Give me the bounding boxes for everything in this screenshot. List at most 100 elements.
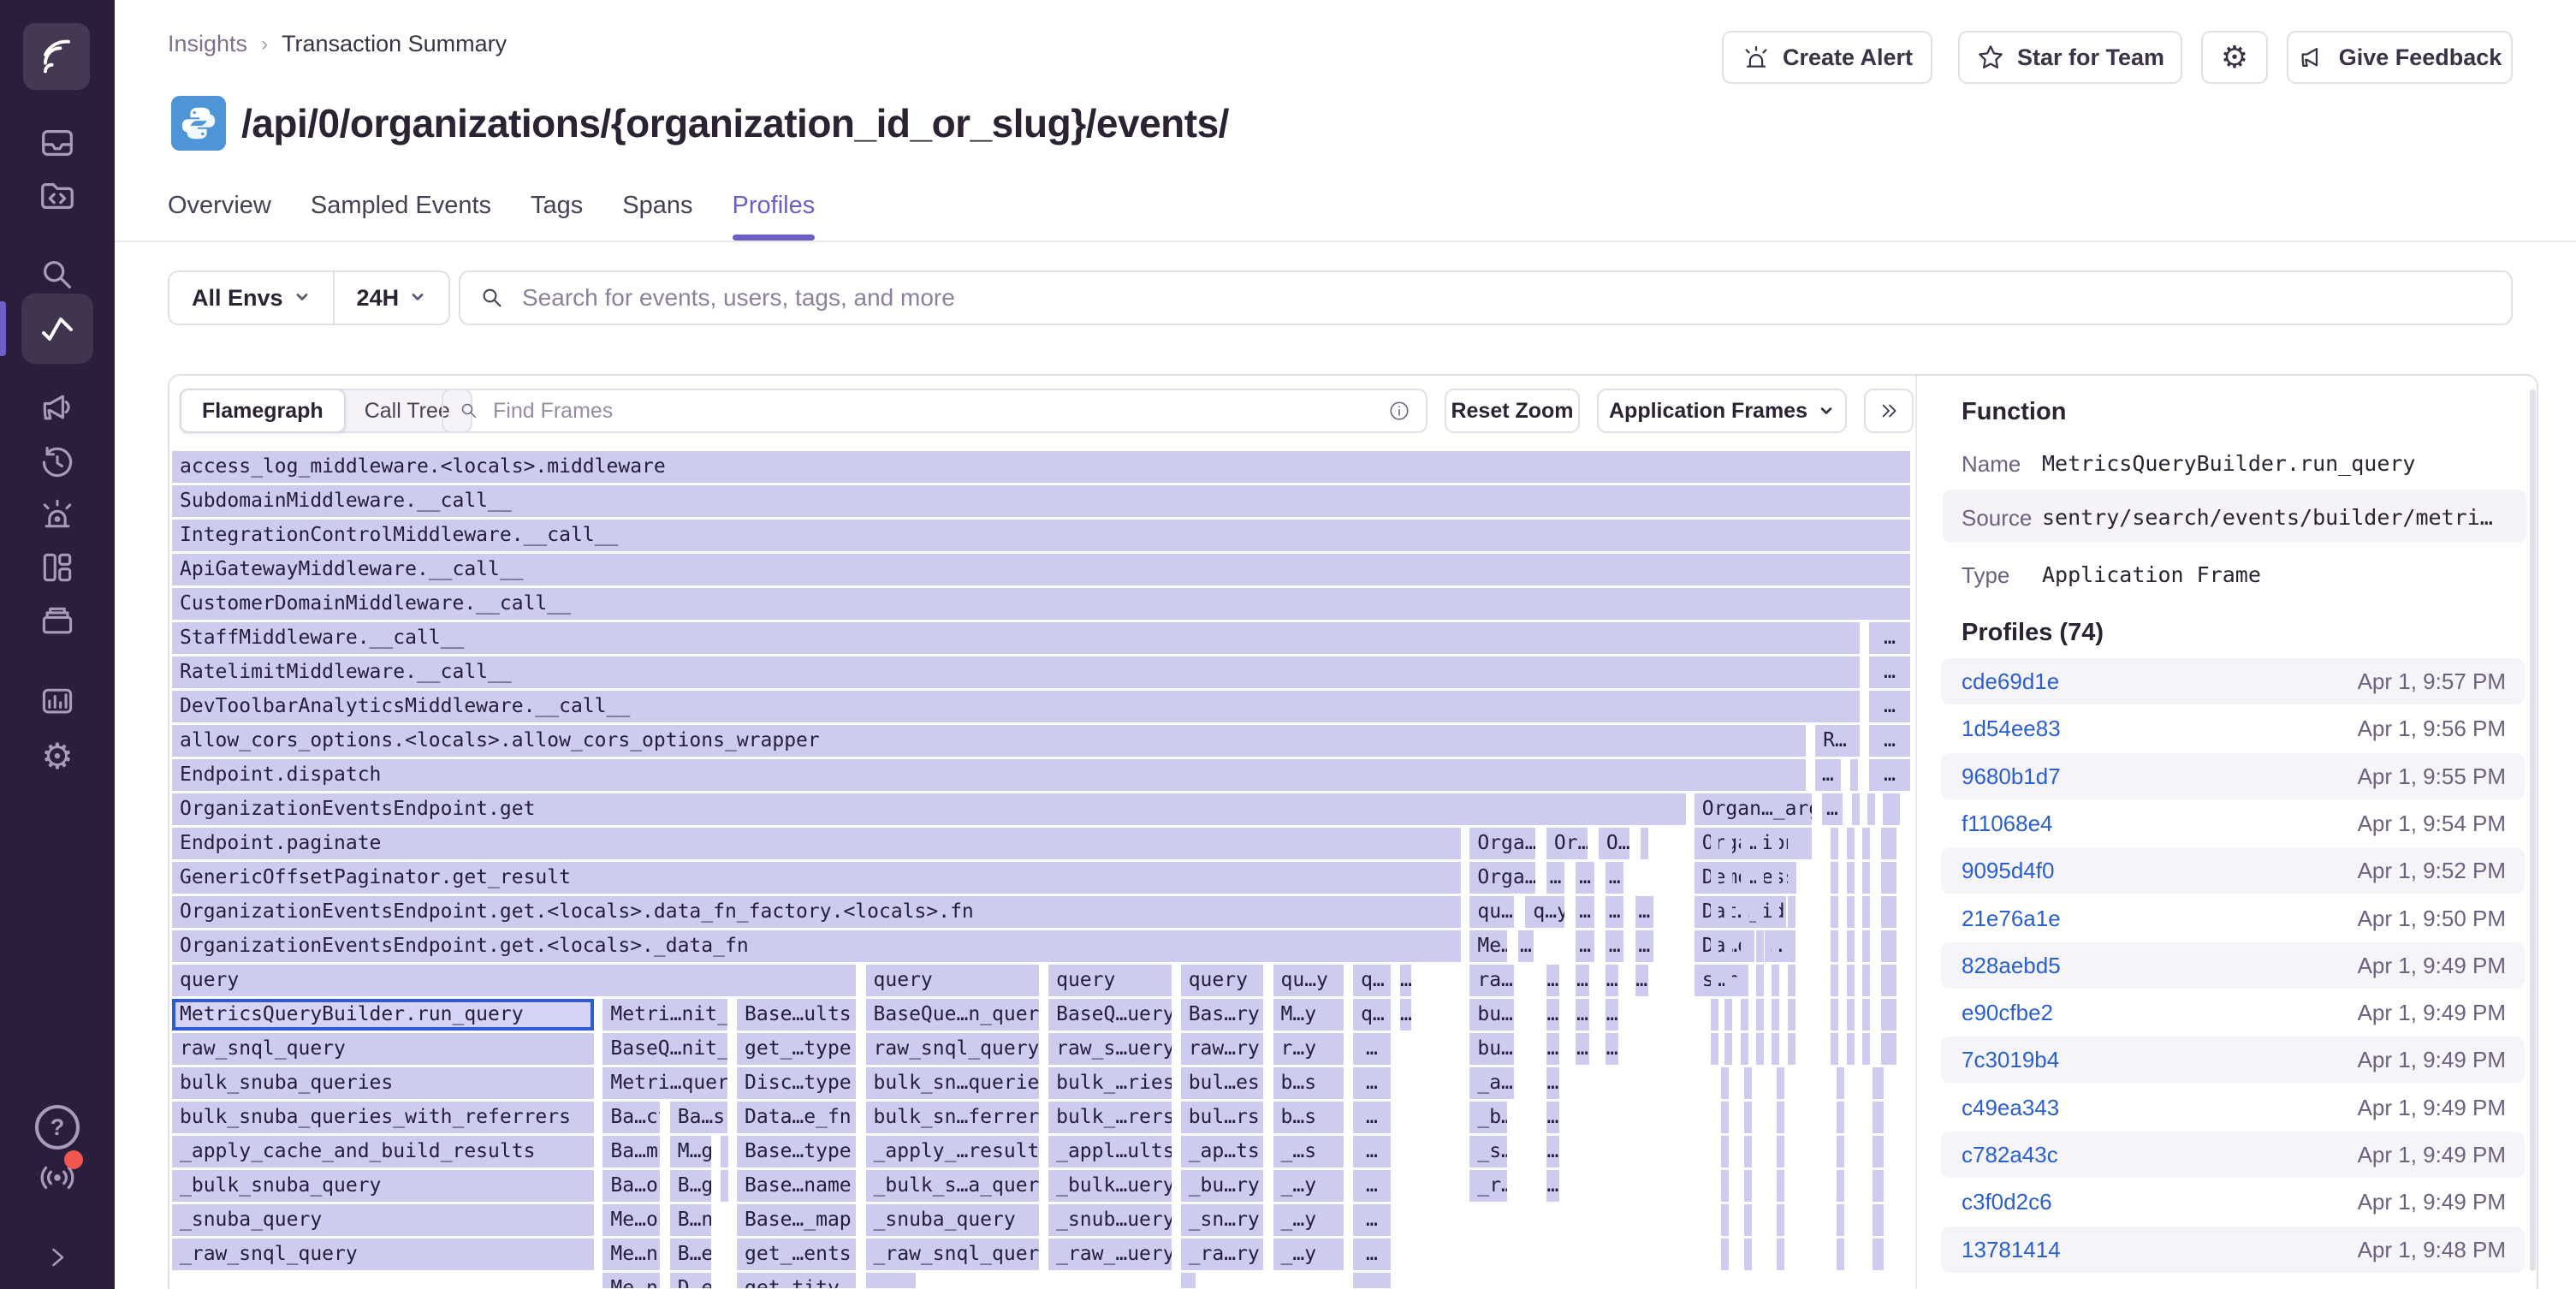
flame-cell[interactable]: DevToolbarAnalyticsMiddleware.__call__ [172,691,1860,722]
flame-cell[interactable] [1873,1102,1884,1133]
flame-cell[interactable] [1788,896,1795,928]
flame-cell[interactable]: Me…n [602,1273,659,1288]
flame-cell[interactable] [1862,999,1870,1031]
flame-cell[interactable]: D…e [670,1273,711,1288]
flame-cell[interactable] [1741,862,1748,894]
flame-cell[interactable]: … [1635,896,1653,928]
flame-cell[interactable]: Or…s [1546,828,1588,859]
flame-cell[interactable] [1873,1136,1884,1167]
flame-cell[interactable] [1724,999,1732,1031]
flame-cell[interactable]: _apply_cache_and_build_results [172,1136,594,1167]
flame-cell[interactable]: _ra…ry [1181,1239,1264,1270]
flame-cell[interactable]: … [1606,862,1623,894]
flame-cell[interactable] [1711,965,1718,996]
flame-cell[interactable] [1711,999,1718,1031]
flame-cell[interactable]: _ap…ts [1181,1136,1264,1167]
flame-cell[interactable]: b…s [1273,1102,1344,1133]
flame-cell[interactable]: _snuba_query [172,1204,594,1236]
flame-cell[interactable]: … [1635,930,1653,962]
create-alert-button[interactable]: Create Alert [1722,31,1932,84]
flame-cell[interactable]: get_…ents [737,1239,856,1270]
flame-cell[interactable]: … [1822,793,1842,825]
flame-cell[interactable]: bulk_sn…ferrers [866,1102,1039,1133]
flame-cell[interactable]: … [1400,999,1411,1031]
flame-cell[interactable] [1711,896,1718,928]
flame-cell[interactable] [1724,896,1732,928]
flame-cell[interactable] [1721,1067,1729,1099]
flame-cell[interactable] [1831,896,1838,928]
flame-cell[interactable]: … [1869,759,1910,791]
flame-cell[interactable]: B…g [670,1170,711,1202]
flame-cell[interactable] [1744,1136,1752,1167]
flame-cell[interactable] [1772,828,1779,859]
flame-cell[interactable] [1837,1170,1844,1202]
flame-cell[interactable] [1837,1102,1844,1133]
profile-link[interactable]: c782a43c [1962,1132,2058,1178]
flame-cell[interactable] [1711,828,1718,859]
flame-cell[interactable]: _…y [1273,1170,1344,1202]
flame-cell[interactable]: R… [1815,725,1860,757]
flame-cell[interactable] [1741,896,1748,928]
flamegraph[interactable]: access_log_middleware.<locals>.middlewar… [172,451,1913,1288]
flame-cell[interactable] [1788,930,1795,962]
flame-cell[interactable]: GenericOffsetPaginator.get_result [172,862,1461,894]
flame-cell[interactable]: Me…on [602,1204,659,1236]
flame-cell[interactable] [1181,1273,1196,1288]
flame-cell[interactable]: query [1048,965,1171,996]
flame-cell[interactable]: … [1546,999,1559,1031]
flame-cell-selected[interactable]: MetricsQueryBuilder.run_query [172,999,594,1031]
flame-cell[interactable]: bu…s [1469,1033,1514,1065]
tab-tags[interactable]: Tags [531,192,583,241]
flame-cell[interactable]: _…y [1273,1239,1344,1270]
flame-cell[interactable]: _bulk…uery [1048,1170,1171,1202]
flame-cell[interactable]: qu…y [1273,965,1344,996]
flame-cell[interactable] [1777,1239,1784,1270]
flame-cell[interactable] [1862,930,1870,962]
flame-cell[interactable] [1744,1204,1752,1236]
flame-cell[interactable]: … [866,1273,916,1288]
flame-cell[interactable]: bul…es [1181,1067,1264,1099]
tab-spans[interactable]: Spans [622,192,692,241]
flame-cell[interactable] [1756,999,1764,1031]
flame-cell[interactable]: … [1576,930,1594,962]
flame-cell[interactable]: ApiGatewayMiddleware.__call__ [172,554,1910,585]
flame-cell[interactable] [1772,862,1779,894]
flame-cell[interactable] [1711,1033,1718,1065]
flame-cell[interactable] [1867,793,1875,825]
flame-cell[interactable] [1862,1033,1870,1065]
flame-cell[interactable]: Me…n [602,1239,659,1270]
flame-cell[interactable] [1881,896,1896,928]
flame-cell[interactable] [1788,1033,1795,1065]
flame-cell[interactable] [1724,1033,1732,1065]
flame-cell[interactable] [1831,1033,1838,1065]
flame-cell[interactable] [1847,862,1855,894]
flame-cell[interactable] [1850,759,1858,791]
flame-cell[interactable] [1756,930,1764,962]
flame-cell[interactable] [1881,999,1896,1031]
flame-cell[interactable]: … [1546,1170,1559,1202]
flame-cell[interactable]: O… [1599,828,1629,859]
flame-cell[interactable]: BaseQ…nit__ [602,1033,727,1065]
flame-cell[interactable]: … [1546,862,1564,894]
flame-cell[interactable] [1881,862,1896,894]
flame-cell[interactable] [1756,1033,1764,1065]
flame-cell[interactable] [1788,828,1795,859]
flame-cell[interactable]: Organ…_args [1695,793,1812,825]
profile-link[interactable]: c49ea343 [1962,1084,2059,1131]
flame-cell[interactable] [1721,1170,1729,1202]
flame-cell[interactable]: … [1546,1067,1559,1099]
flame-cell[interactable] [1847,965,1855,996]
flame-cell[interactable]: _bulk_snuba_query [172,1170,594,1202]
flame-cell[interactable] [1772,965,1779,996]
flame-cell[interactable]: M…y [1273,999,1344,1031]
flame-cell[interactable]: Bas…ry [1181,999,1264,1031]
flame-cell[interactable] [1873,1067,1884,1099]
sidebar-item-whats-new-broadcast-icon[interactable] [30,1149,85,1203]
flame-cell[interactable] [1711,930,1718,962]
flame-cell[interactable]: … [1606,965,1618,996]
flame-cell[interactable] [1881,930,1896,962]
flame-cell[interactable] [1777,1067,1784,1099]
flame-cell[interactable]: M…g [670,1136,711,1167]
flame-cell[interactable]: Metri…query [602,1067,727,1099]
flame-cell[interactable] [1881,828,1896,859]
